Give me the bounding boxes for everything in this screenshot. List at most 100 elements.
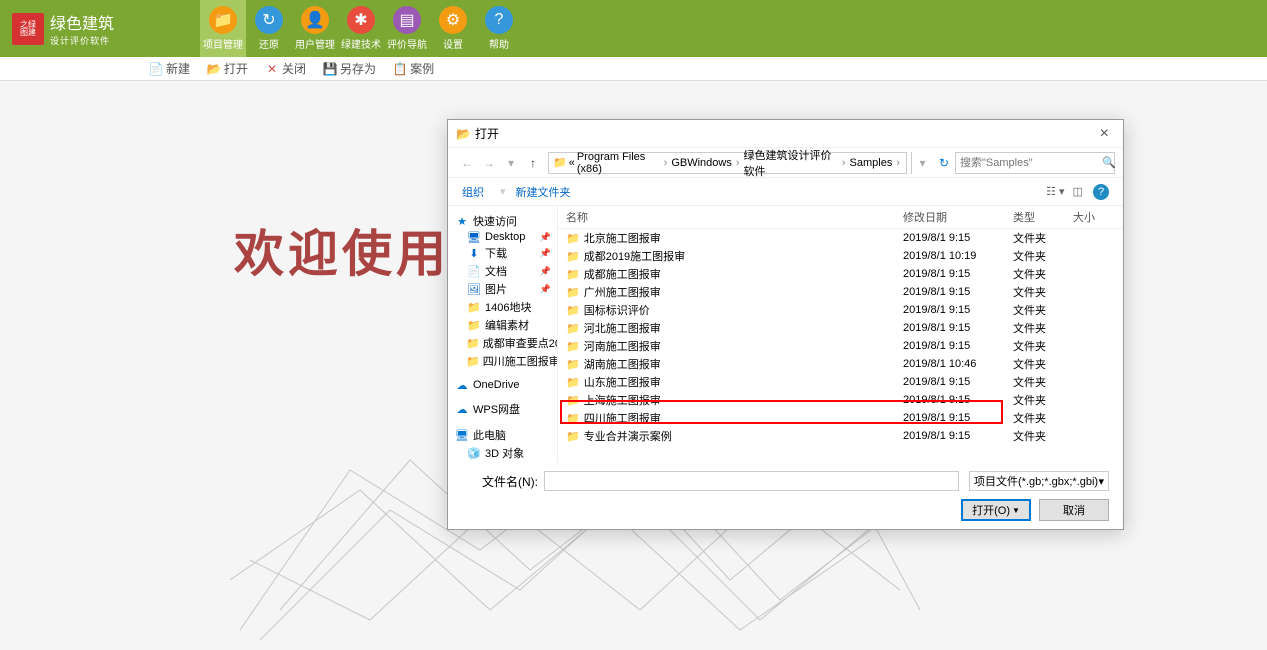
dialog-nav: ← → ▾ ↑ 📁«Program Files (x86)›GBWindows›… (448, 148, 1123, 178)
nav-quick-access[interactable]: ★快速访问 (452, 212, 553, 230)
nav-item-图片[interactable]: 🖼图片📌 (452, 280, 553, 298)
新建-icon: 📄 (148, 61, 164, 77)
file-row[interactable]: 📁国标标识评价2019/8/1 9:15文件夹 (558, 301, 1123, 319)
back-button[interactable]: ← (456, 152, 478, 174)
folder-icon: 📁 (566, 268, 580, 281)
绿建技术-icon: ✱ (347, 6, 375, 34)
pin-icon: 📌 (540, 248, 551, 259)
column-type[interactable]: 类型 (1013, 209, 1073, 225)
nav-item-成都审查要点20[interactable]: 📁成都审查要点20 (452, 334, 553, 352)
breadcrumb-item[interactable]: Samples (848, 157, 895, 169)
file-row[interactable]: 📁广州施工图报审2019/8/1 9:15文件夹 (558, 283, 1123, 301)
open-button[interactable]: 打开(O) ▼ (961, 499, 1031, 521)
breadcrumb[interactable]: 📁«Program Files (x86)›GBWindows›绿色建筑设计评价… (548, 152, 907, 174)
new-folder-button[interactable]: 新建文件夹 (516, 184, 571, 200)
file-type: 文件夹 (1013, 338, 1073, 354)
nav-onedrive[interactable]: ☁OneDrive (452, 378, 553, 392)
search-icon[interactable]: 🔍 (1102, 156, 1116, 169)
breadcrumb-item[interactable]: GBWindows (669, 157, 734, 169)
forward-button[interactable]: → (478, 152, 500, 174)
toolbar-设置[interactable]: ⚙设置 (430, 0, 476, 57)
file-type: 文件夹 (1013, 410, 1073, 426)
column-name[interactable]: 名称 (558, 209, 903, 225)
nav-wps[interactable]: ☁WPS网盘 (452, 400, 553, 418)
subbar-新建[interactable]: 📄新建 (140, 60, 198, 77)
nav-thispc[interactable]: 🖥此电脑 (452, 426, 553, 444)
file-row[interactable]: 📁北京施工图报审2019/8/1 9:15文件夹 (558, 229, 1123, 247)
toolbar-label: 帮助 (489, 36, 509, 51)
项目管理-icon: 📁 (209, 6, 237, 34)
nav-item-编辑素材[interactable]: 📁编辑素材 (452, 316, 553, 334)
folder-icon: 📁 (566, 232, 580, 245)
file-type: 文件夹 (1013, 266, 1073, 282)
toolbar-绿建技术[interactable]: ✱绿建技术 (338, 0, 384, 57)
file-type: 文件夹 (1013, 230, 1073, 246)
file-date: 2019/8/1 9:15 (903, 394, 1013, 406)
filetype-dropdown[interactable]: 项目文件(*.gb;*.gbx;*.gbi) ▾ (969, 471, 1109, 491)
file-type: 文件夹 (1013, 428, 1073, 444)
breadcrumb-item[interactable]: 绿色建筑设计评价软件 (742, 147, 840, 179)
nav-item-四川施工图报审[interactable]: 📁四川施工图报审 (452, 352, 553, 370)
subbar-打开[interactable]: 📂打开 (198, 60, 256, 77)
nav-item-下载[interactable]: ⬇下载📌 (452, 244, 553, 262)
file-row[interactable]: 📁上海施工图报审2019/8/1 9:15文件夹 (558, 391, 1123, 409)
subbar-label: 另存为 (340, 60, 376, 77)
评价导航-icon: ▤ (393, 6, 421, 34)
file-row[interactable]: 📁河北施工图报审2019/8/1 9:15文件夹 (558, 319, 1123, 337)
file-date: 2019/8/1 9:15 (903, 232, 1013, 244)
toolbar-评价导航[interactable]: ▤评价导航 (384, 0, 430, 57)
file-row[interactable]: 📁四川施工图报审2019/8/1 9:15文件夹 (558, 409, 1123, 427)
nav-item-文档[interactable]: 📄文档📌 (452, 262, 553, 280)
file-date: 2019/8/1 9:15 (903, 376, 1013, 388)
toolbar-项目管理[interactable]: 📁项目管理 (200, 0, 246, 57)
star-icon: ★ (454, 215, 470, 227)
file-row[interactable]: 📁成都施工图报审2019/8/1 9:15文件夹 (558, 265, 1123, 283)
chevron-down-icon: ▼ (1012, 506, 1020, 515)
subbar-另存为[interactable]: 💾另存为 (314, 60, 384, 77)
main-toolbar: 📁项目管理↻还原👤用户管理✱绿建技术▤评价导航⚙设置?帮助 (200, 0, 522, 57)
file-row[interactable]: 📁成都2019施工图报审2019/8/1 10:19文件夹 (558, 247, 1123, 265)
subbar-案例[interactable]: 📋案例 (384, 60, 442, 77)
up-button[interactable]: ↑ (522, 152, 544, 174)
file-date: 2019/8/1 10:19 (903, 250, 1013, 262)
open-file-dialog: 📂 打开 × ← → ▾ ↑ 📁«Program Files (x86)›GBW… (447, 119, 1124, 530)
column-size[interactable]: 大小 (1073, 209, 1123, 225)
chevron-down-icon: ▾ (1098, 475, 1104, 488)
search-input[interactable] (960, 157, 1102, 169)
recent-dropdown[interactable]: ▾ (500, 152, 522, 174)
breadcrumb-item[interactable]: Program Files (x86) (575, 151, 662, 175)
file-row[interactable]: 📁河南施工图报审2019/8/1 9:15文件夹 (558, 337, 1123, 355)
file-date: 2019/8/1 9:15 (903, 304, 1013, 316)
cancel-button[interactable]: 取消 (1039, 499, 1109, 521)
file-row[interactable]: 📁专业合并演示案例2019/8/1 9:15文件夹 (558, 427, 1123, 445)
chevron-right-icon: › (896, 157, 900, 169)
file-date: 2019/8/1 9:15 (903, 340, 1013, 352)
preview-pane-button[interactable]: ◫ (1073, 185, 1083, 198)
toolbar-帮助[interactable]: ?帮助 (476, 0, 522, 57)
nav-item-Desktop[interactable]: 🖥Desktop📌 (452, 230, 553, 244)
subbar-关闭[interactable]: ✕关闭 (256, 60, 314, 77)
file-date: 2019/8/1 9:15 (903, 430, 1013, 442)
cloud-icon: ☁ (454, 403, 470, 415)
toolbar-还原[interactable]: ↻还原 (246, 0, 292, 57)
help-icon[interactable]: ? (1093, 184, 1109, 200)
breadcrumb-dropdown[interactable]: ▾ (911, 152, 933, 174)
nav-item-1406地块[interactable]: 📁1406地块 (452, 298, 553, 316)
file-row[interactable]: 📁湖南施工图报审2019/8/1 10:46文件夹 (558, 355, 1123, 373)
close-button[interactable]: × (1094, 125, 1115, 143)
nav-item-3D 对象[interactable]: 🧊3D 对象 (452, 444, 553, 462)
filename-input[interactable] (544, 471, 959, 491)
refresh-button[interactable]: ↻ (933, 156, 955, 170)
pc-icon: 🖥 (454, 429, 470, 441)
toolbar-用户管理[interactable]: 👤用户管理 (292, 0, 338, 57)
organize-button[interactable]: 组织 (462, 184, 484, 200)
open-button-label: 打开(O) (972, 502, 1010, 518)
navigation-pane: ★快速访问🖥Desktop📌⬇下载📌📄文档📌🖼图片📌📁1406地块📁编辑素材📁成… (448, 206, 558, 463)
column-date[interactable]: 修改日期 (903, 209, 1013, 225)
file-name: 上海施工图报审 (584, 392, 661, 408)
file-date: 2019/8/1 9:15 (903, 286, 1013, 298)
cloud-icon: ☁ (454, 379, 470, 391)
file-row[interactable]: 📁山东施工图报审2019/8/1 9:15文件夹 (558, 373, 1123, 391)
search-box[interactable]: 🔍 (955, 152, 1115, 174)
view-options-button[interactable]: ☷ ▾ (1046, 185, 1064, 198)
